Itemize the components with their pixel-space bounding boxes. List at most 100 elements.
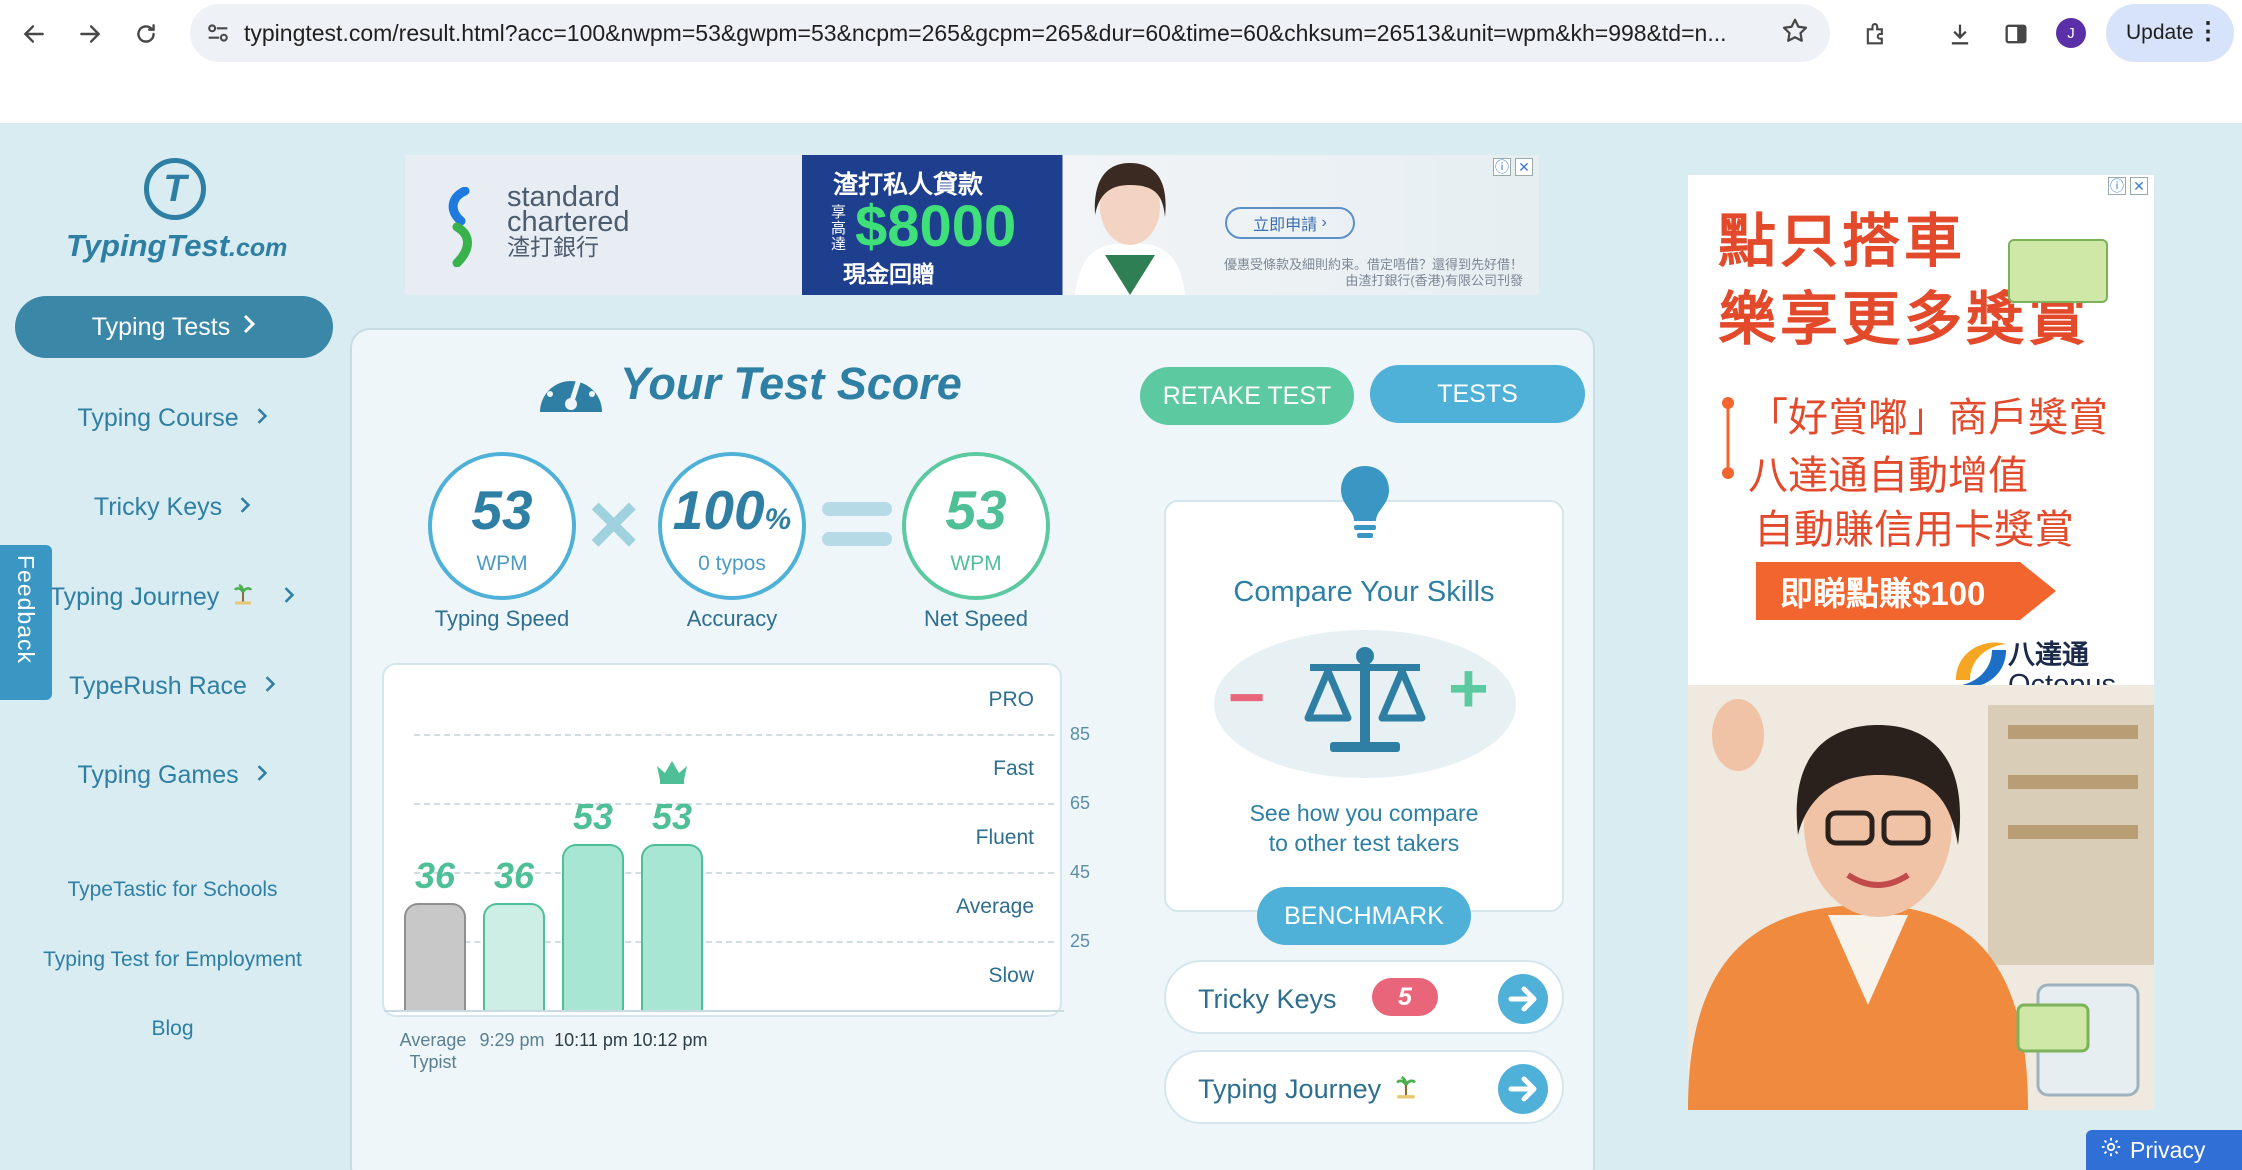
chevron-right-icon	[242, 313, 256, 342]
feedback-label: Feedback	[13, 555, 39, 665]
browser-chrome: typingtest.com/result.html?acc=100&nwpm=…	[0, 0, 2242, 123]
menu-dots-icon[interactable]: ⋮	[2196, 17, 2220, 46]
chevron-right-icon	[239, 493, 251, 521]
compare-line-1: See how you compare	[1249, 800, 1479, 826]
sidebar-link-employment[interactable]: Typing Test for Employment	[0, 948, 345, 972]
chart-bar[interactable]	[483, 903, 545, 1010]
accuracy-label: Accuracy	[686, 606, 778, 631]
tricky-keys-badge: 5	[1372, 978, 1438, 1016]
compare-illustration: − +	[1214, 630, 1516, 778]
site-settings-icon[interactable]	[204, 19, 232, 47]
sidebar-item-label: Typing Journey	[49, 583, 220, 611]
bookmark-star-icon[interactable]	[1780, 16, 1810, 51]
sidebar-item-typing-tests[interactable]: Typing Tests	[15, 296, 333, 358]
chart-bar[interactable]	[641, 844, 703, 1010]
sidebar-item-typing-course[interactable]: Typing Course	[0, 404, 345, 433]
chart-value-label: 53	[651, 796, 693, 838]
ad-info-icon[interactable]: ⓘ	[1493, 158, 1511, 176]
accuracy-value: 100%	[662, 478, 802, 542]
chart-tick-label: 65	[1070, 793, 1091, 813]
ad-brand: standard chartered 渣打銀行	[507, 183, 630, 260]
island-icon	[1394, 1074, 1418, 1105]
score-title: Your Test Score	[620, 358, 962, 409]
typing-speed-unit: WPM	[476, 552, 528, 575]
retake-test-button[interactable]: RETAKE TEST	[1140, 367, 1354, 425]
url-text: typingtest.com/result.html?acc=100&nwpm=…	[244, 20, 1727, 46]
ad-side-text: 享高達	[831, 204, 847, 253]
right-ad-line-2: 八達通自動增值	[1748, 454, 2028, 498]
speedometer-icon	[540, 367, 602, 412]
sidebar-item-label: Tricky Keys	[93, 493, 223, 521]
ad-apply-button[interactable]: 立即申請 ›	[1225, 207, 1355, 239]
chevron-right-icon	[256, 404, 268, 432]
sidebar-item-typing-games[interactable]: Typing Games	[0, 761, 345, 790]
benchmark-button[interactable]: BENCHMARK	[1257, 887, 1471, 945]
top-banner-ad[interactable]: standard chartered 渣打銀行 渣打私人貸款 享高達 $8000…	[405, 155, 1539, 295]
multiply-icon: ×	[588, 474, 640, 573]
feedback-tab[interactable]: Feedback	[0, 545, 52, 700]
sidebar-item-label: Typing Course	[77, 404, 239, 432]
ad-brand-en-2: chartered	[507, 206, 630, 238]
history-chart: 85 65 45 25 PRO Fast Fluent Average Slow 36 36 53 53	[382, 663, 1090, 1017]
chart-bar[interactable]	[404, 903, 466, 1010]
sidebar-link-blog[interactable]: Blog	[0, 1017, 345, 1041]
balance-scale-icon	[1304, 647, 1426, 752]
accuracy-number: 100	[672, 479, 765, 541]
ad-close-icon[interactable]: ✕	[1515, 158, 1533, 176]
arrow-right-icon[interactable]	[1498, 974, 1548, 1024]
ad-cash: 現金回贈	[843, 261, 935, 287]
compare-line-2: to other test takers	[1268, 830, 1460, 856]
sidebar-item-tricky-keys[interactable]: Tricky Keys	[0, 493, 345, 522]
right-side-ad[interactable]: ⓘ ✕ 點只搭車 樂享更多獎賞 「好賞嘟」商戶獎賞 八達通自動增值 自動賺信用卡…	[1688, 175, 2154, 1110]
reload-icon[interactable]	[128, 16, 164, 52]
standard-chartered-logo-icon	[448, 187, 472, 267]
ad-fine-print: 優惠受條款及細則約束。借定唔借？還得到先好借！由渣打銀行(香港)有限公司刊發	[1223, 257, 1523, 288]
plus-icon: +	[1448, 649, 1489, 727]
tests-button[interactable]: TESTS	[1370, 365, 1585, 423]
arrow-right-icon[interactable]	[1498, 1064, 1548, 1114]
tricky-keys-shortcut[interactable]: Tricky Keys 5	[1164, 960, 1564, 1034]
minus-icon: −	[1228, 661, 1266, 733]
side-panel-icon[interactable]	[1998, 16, 2034, 52]
download-icon[interactable]	[1942, 16, 1978, 52]
privacy-button[interactable]: Privacy	[2086, 1130, 2242, 1170]
accuracy-circle: 100% 0 typos	[658, 452, 806, 600]
chart-value-label: 36	[414, 855, 456, 897]
chart-tier-label: PRO	[988, 687, 1034, 711]
ad-close-icon[interactable]: ✕	[2130, 177, 2148, 195]
sidebar-link-typetastic[interactable]: TypeTastic for Schools	[0, 878, 345, 902]
net-speed-label: Net Speed	[924, 606, 1028, 631]
chart-tick-label: 45	[1070, 862, 1091, 882]
chevron-right-icon	[256, 761, 268, 789]
logo-text: TypingTest.com	[66, 228, 287, 264]
chart-gridline	[414, 803, 1054, 805]
back-icon[interactable]	[16, 16, 52, 52]
logo-name: TypingTest	[66, 228, 230, 263]
chart-baseline	[384, 1010, 1064, 1012]
right-ad-cta[interactable]: 即睇點賺$100	[1756, 562, 2056, 620]
address-bar[interactable]: typingtest.com/result.html?acc=100&nwpm=…	[190, 4, 1830, 62]
right-ad-photo	[1688, 685, 2154, 1110]
chevron-right-icon	[264, 672, 276, 700]
compare-title: Compare Your Skills	[1233, 576, 1495, 608]
accuracy-typos: 0 typos	[698, 552, 766, 575]
forward-icon[interactable]	[72, 16, 108, 52]
typing-speed-label: Typing Speed	[434, 606, 570, 631]
gear-icon	[2100, 1136, 2122, 1164]
typing-journey-shortcut[interactable]: Typing Journey	[1164, 1050, 1564, 1124]
update-button[interactable]: Update ⋮	[2106, 4, 2234, 62]
right-ad-line-1: 「好賞嘟」商戶獎賞	[1748, 396, 2108, 440]
chart-tier-label: Average	[956, 894, 1034, 918]
chart-bar[interactable]	[562, 844, 624, 1010]
logo-tld: .com	[229, 234, 288, 262]
ad-info-icon[interactable]: ⓘ	[2108, 177, 2126, 195]
timeline-dots-icon	[1722, 397, 1734, 479]
right-ad-line-3: 自動賺信用卡獎賞	[1754, 508, 2074, 552]
profile-avatar[interactable]: J	[2056, 18, 2086, 48]
net-speed-circle: 53 WPM	[902, 452, 1050, 600]
sidebar-item-label: Typing Tests	[91, 312, 231, 341]
extensions-icon[interactable]	[1858, 16, 1894, 52]
shortcut-label: Tricky Keys	[1198, 984, 1337, 1014]
site-logo[interactable]: T TypingTest.com	[62, 158, 292, 268]
crown-icon	[657, 761, 687, 785]
